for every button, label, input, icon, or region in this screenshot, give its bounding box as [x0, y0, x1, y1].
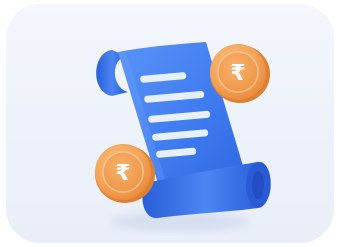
receipt-illustration-tile: ₹ ₹ — [0, 0, 340, 247]
rupee-symbol: ₹ — [115, 161, 130, 186]
rupee-symbol: ₹ — [230, 61, 245, 86]
